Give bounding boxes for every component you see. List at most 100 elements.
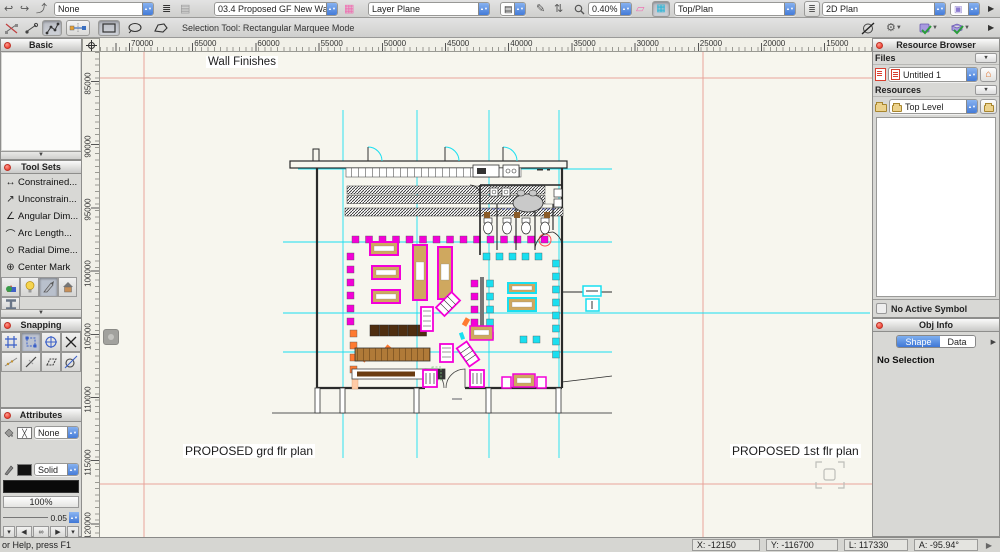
close-icon[interactable] [4,164,11,171]
basic-palette-header[interactable]: Basic [1,39,81,52]
plane-grid-toggle[interactable]: ▦ [652,1,670,17]
fill-style-dropdown[interactable]: None▲▼ [34,426,79,439]
obj-info-header[interactable]: Obj Info [873,319,999,332]
clip-cube-dropdown[interactable]: ▣▲▼ [950,2,980,16]
attributes-palette-header[interactable]: Attributes [1,409,81,422]
swap-views-icon[interactable]: ⇅ [554,2,563,16]
constrain-mode-button[interactable] [66,20,90,36]
ruler-origin-button[interactable] [82,38,100,52]
tool-set-item-constrained[interactable]: ↔Constrained... [1,174,81,191]
home-button[interactable]: ⌂ [980,67,997,82]
edit-sheet-icon[interactable]: ✎ [536,2,545,16]
sheet-icon[interactable]: ▤ [180,2,190,16]
navigate-branch-icon[interactable]: ⤴ [36,2,47,16]
forward-arrow-icon[interactable]: ↪ [20,2,29,16]
stepper-icon[interactable]: ▲▼ [67,426,78,439]
layer-options-button[interactable]: ≣ [804,1,820,17]
stepper-icon[interactable]: ▲▼ [966,67,977,82]
disable-interactive-scaling-icon[interactable] [4,21,19,35]
polygon-marquee-mode-button[interactable] [150,20,172,36]
resource-list[interactable] [876,117,996,297]
close-icon[interactable] [876,42,883,49]
color-preview-bar[interactable] [3,480,79,493]
snap-to-angle-icon[interactable] [41,332,61,352]
tool-set-item-angulardim[interactable]: ∠Angular Dim... [1,208,81,225]
snap-to-distance-icon[interactable] [1,352,21,372]
resources-dropdown[interactable]: Top Level▲▼ [889,99,978,114]
file-dropdown[interactable]: Untitled 1▲▼ [888,67,978,82]
snapping-palette-header[interactable]: Snapping [1,319,81,332]
close-icon[interactable] [4,412,11,419]
modebar-overflow-icon[interactable]: ▶ [988,21,994,35]
basic-tool-area[interactable] [2,53,80,150]
visualization-bulb-tool-icon[interactable] [20,277,39,297]
line-weight-slider[interactable] [3,517,48,518]
fill-pattern-swatch[interactable]: ╳ [17,427,32,439]
tab-data[interactable]: Data [940,336,975,347]
close-icon[interactable] [4,322,11,329]
tab-shape[interactable]: Shape [897,336,939,347]
snap-to-intersection-icon[interactable] [61,332,81,352]
opacity-button[interactable]: 100% [3,496,79,508]
status-expand-icon[interactable]: ▶ [986,541,992,550]
pen-style-dropdown[interactable]: Solid▲▼ [34,463,79,476]
drawing-canvas[interactable]: Wall Finishes PROPOSED grd flr plan PROP… [100,52,872,537]
tool-sets-palette-header[interactable]: Tool Sets [1,161,81,174]
building-house-tool-icon[interactable] [58,277,77,297]
stepper-icon[interactable]: ▲▼ [784,2,795,16]
detailing-knife-tool-icon[interactable] [39,277,58,297]
layer-stack-icon[interactable]: ≣ [162,2,171,16]
multi-point-mode-icon[interactable] [42,20,62,36]
scroll-more-button[interactable]: ▼ [1,309,81,317]
stepper-icon[interactable]: ▲▼ [966,99,977,114]
rectangular-marquee-mode-button[interactable] [98,20,120,36]
lasso-marquee-mode-button[interactable] [124,20,146,36]
visibility-check-icon[interactable]: ▼ [918,21,938,35]
resource-action-button[interactable] [980,99,997,114]
tool-set-item-unconstrain[interactable]: ↗Unconstrain... [1,191,81,208]
scroll-more-button[interactable]: ▼ [1,151,81,159]
stepper-icon[interactable]: ▲▼ [69,512,79,523]
wall-mode-icon[interactable]: ▦ [344,2,354,16]
class-dropdown[interactable]: None▲▼ [54,2,154,16]
back-arrow-icon[interactable]: ↩ [4,2,13,16]
resource-browser-header[interactable]: Resource Browser [873,39,999,52]
tool-set-item-centermark[interactable]: ⊕Center Mark [1,259,81,276]
close-icon[interactable] [4,42,11,49]
stepper-icon[interactable]: ▲▼ [620,2,631,16]
stepper-icon[interactable]: ▲▼ [514,2,525,16]
view-dropdown[interactable]: Top/Plan▲▼ [674,2,796,16]
tab-overflow-icon[interactable]: ▶ [991,338,996,346]
pen-color-swatch[interactable] [17,464,32,476]
snap-to-grid-icon[interactable] [1,332,21,352]
stepper-icon[interactable]: ▲▼ [478,2,489,16]
layer-dropdown[interactable]: 03.4 Proposed GF New Walls /...▲▼ [214,2,338,16]
vertical-ruler[interactable]: 8500090000950001000001050001100001150001… [82,52,100,537]
horizontal-ruler[interactable]: 7000065000600005500050000450004000035000… [100,38,872,52]
snap-to-tangent-icon[interactable] [61,352,81,372]
stepper-icon[interactable]: ▲▼ [142,2,153,16]
stepper-icon[interactable]: ▲▼ [934,2,945,16]
plane-dropdown[interactable]: Layer Plane▲▼ [368,2,490,16]
tool-set-item-radialdime[interactable]: ⊙Radial Dime... [1,242,81,259]
stepper-icon[interactable]: ▲▼ [968,2,979,16]
settings-gear-icon[interactable]: ⚙▼ [886,21,902,35]
single-point-mode-icon[interactable] [24,21,39,35]
resources-collapse-button[interactable]: ▾ [975,85,997,95]
render-dropdown[interactable]: 2D Plan▲▼ [822,2,946,16]
snap-to-working-plane-icon[interactable] [41,352,61,372]
working-plane-icon[interactable]: ▱ [636,2,644,16]
document-dropdown[interactable]: ▤▲▼ [500,2,526,16]
snap-to-object-icon[interactable] [21,332,41,352]
close-icon[interactable] [876,322,883,329]
3d-shapes-tool-icon[interactable] [1,277,20,297]
snap-to-edge-icon[interactable] [21,352,41,372]
palette-drag-handle[interactable] [103,329,119,345]
zoom-dropdown[interactable]: 0.40%▲▼ [588,2,632,16]
zoom-magnifier-icon[interactable] [574,2,585,16]
visibility-check-alt-icon[interactable]: ▼ [950,21,970,35]
no-rotation-icon[interactable] [860,21,876,35]
toolbar-overflow-icon[interactable]: ▶ [988,2,994,16]
stepper-icon[interactable]: ▲▼ [67,463,78,476]
files-collapse-button[interactable]: ▾ [975,53,997,63]
